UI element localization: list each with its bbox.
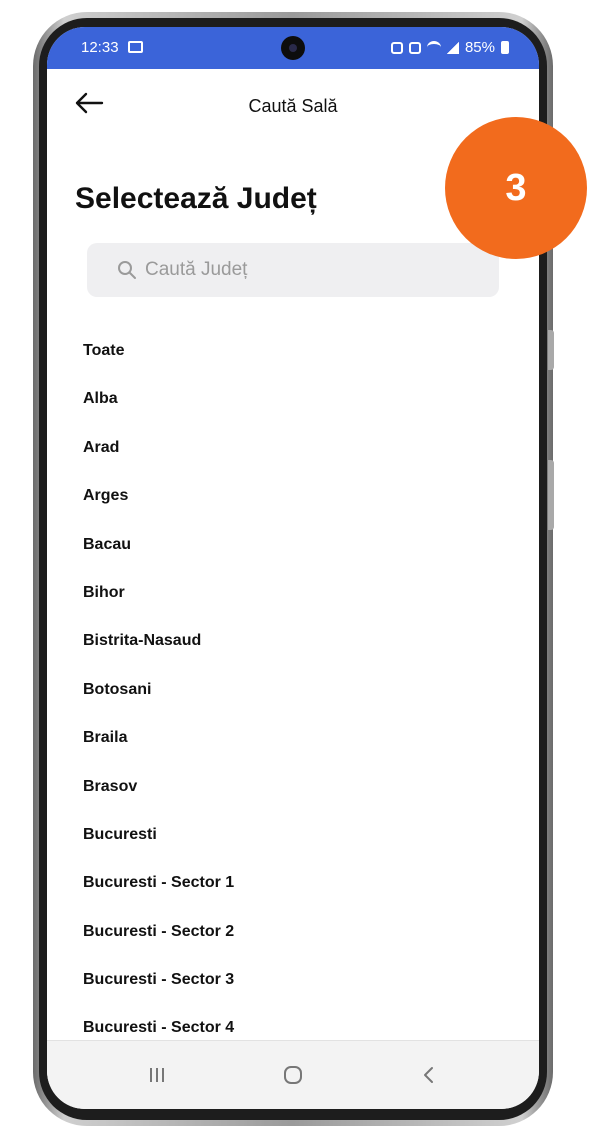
- image-notification-icon: [128, 41, 143, 53]
- county-item[interactable]: Braila: [83, 714, 503, 762]
- county-item[interactable]: Bacau: [83, 521, 503, 569]
- system-nav-bar: [47, 1040, 539, 1109]
- county-item[interactable]: Bucuresti: [83, 811, 503, 859]
- search-input[interactable]: [145, 259, 445, 281]
- search-box[interactable]: [87, 243, 499, 297]
- power-button: [548, 330, 554, 370]
- county-item[interactable]: Toate: [83, 327, 503, 375]
- back-chevron-icon: [424, 1067, 433, 1083]
- recents-icon: [150, 1068, 164, 1082]
- county-item[interactable]: Bucuresti - Sector 2: [83, 908, 503, 956]
- county-list: Toate Alba Arad Arges Bacau Bihor Bistri…: [83, 327, 503, 1053]
- county-item[interactable]: Bistrita-Nasaud: [83, 617, 503, 665]
- recents-button[interactable]: [127, 1055, 187, 1095]
- county-item[interactable]: Bucuresti - Sector 1: [83, 859, 503, 907]
- wifi-icon: [426, 41, 441, 54]
- county-item[interactable]: Brasov: [83, 763, 503, 811]
- lock-icon: [390, 41, 403, 54]
- county-item[interactable]: Bihor: [83, 569, 503, 617]
- battery-icon: [501, 41, 509, 54]
- county-item[interactable]: Alba: [83, 375, 503, 423]
- status-time: 12:33: [81, 39, 119, 56]
- alarm-icon: [408, 41, 421, 54]
- page-title: Selectează Județ: [75, 182, 317, 215]
- county-item[interactable]: Botosani: [83, 666, 503, 714]
- header-title: Caută Sală: [248, 96, 338, 116]
- home-button[interactable]: [263, 1055, 323, 1095]
- county-item[interactable]: Arges: [83, 472, 503, 520]
- battery-percent: 85%: [464, 39, 495, 56]
- step-number: 3: [505, 166, 527, 209]
- search-icon: [117, 260, 137, 280]
- county-item[interactable]: Arad: [83, 424, 503, 472]
- step-badge: 3: [445, 117, 587, 259]
- app-header: Caută Sală: [47, 69, 539, 139]
- front-camera: [281, 36, 305, 60]
- status-bar: 12:33 85%: [47, 27, 539, 69]
- system-back-button[interactable]: [399, 1055, 459, 1095]
- county-item[interactable]: Bucuresti - Sector 3: [83, 956, 503, 1004]
- volume-button: [548, 460, 554, 530]
- status-icons: 85%: [390, 39, 509, 56]
- signal-icon: [446, 41, 459, 54]
- home-icon: [284, 1066, 302, 1084]
